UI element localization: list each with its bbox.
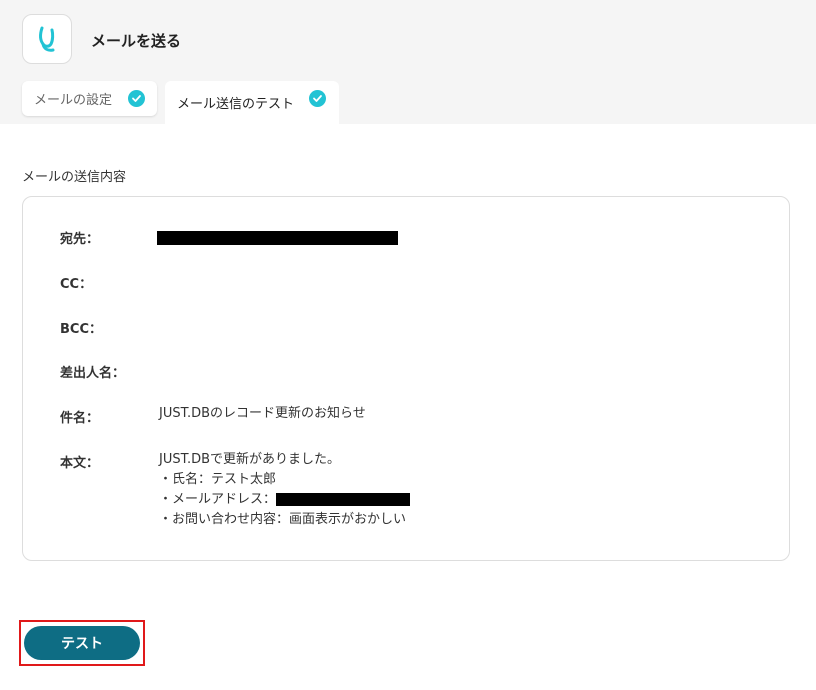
to-redacted	[157, 231, 398, 245]
bcc-label: BCC：	[60, 322, 102, 337]
app-logo	[22, 14, 72, 64]
tab-mail-settings[interactable]: メールの設定	[22, 81, 157, 116]
test-button[interactable]: テスト	[24, 626, 140, 660]
body-line: ・メールアドレス：	[159, 490, 411, 510]
sender-name-label: 差出人名：	[60, 366, 126, 381]
test-button-highlight: テスト	[19, 620, 145, 666]
body-label: 本文：	[60, 456, 100, 471]
check-icon	[309, 90, 326, 107]
tab-label: メール送信のテスト	[177, 97, 295, 112]
check-icon	[128, 90, 145, 107]
subject-value: JUST.DBのレコード更新のお知らせ	[159, 406, 366, 421]
subject-label: 件名：	[60, 411, 100, 426]
tab-label: メールの設定	[34, 93, 113, 108]
body-line: ・氏名：テスト太郎	[159, 472, 277, 487]
cc-label: CC：	[60, 277, 93, 292]
tab-mail-test[interactable]: メール送信のテスト	[165, 81, 339, 124]
body-line: ・お問い合わせ内容：画面表示がおかしい	[159, 512, 407, 527]
body-value: JUST.DBで更新がありました。 ・氏名：テスト太郎 ・メールアドレス： ・お…	[159, 450, 411, 530]
section-title: メールの送信内容	[22, 170, 127, 185]
yoom-logo-icon	[39, 26, 55, 52]
to-label: 宛先：	[60, 232, 100, 247]
body-line: JUST.DBで更新がありました。	[159, 452, 341, 467]
email-redacted	[276, 493, 411, 506]
body-line-prefix: ・メールアドレス：	[159, 492, 277, 507]
page-title: メールを送る	[91, 32, 182, 50]
mail-content-card: 宛先： CC： BCC： 差出人名： 件名： JUST.DBのレコード更新のお知…	[22, 196, 790, 561]
